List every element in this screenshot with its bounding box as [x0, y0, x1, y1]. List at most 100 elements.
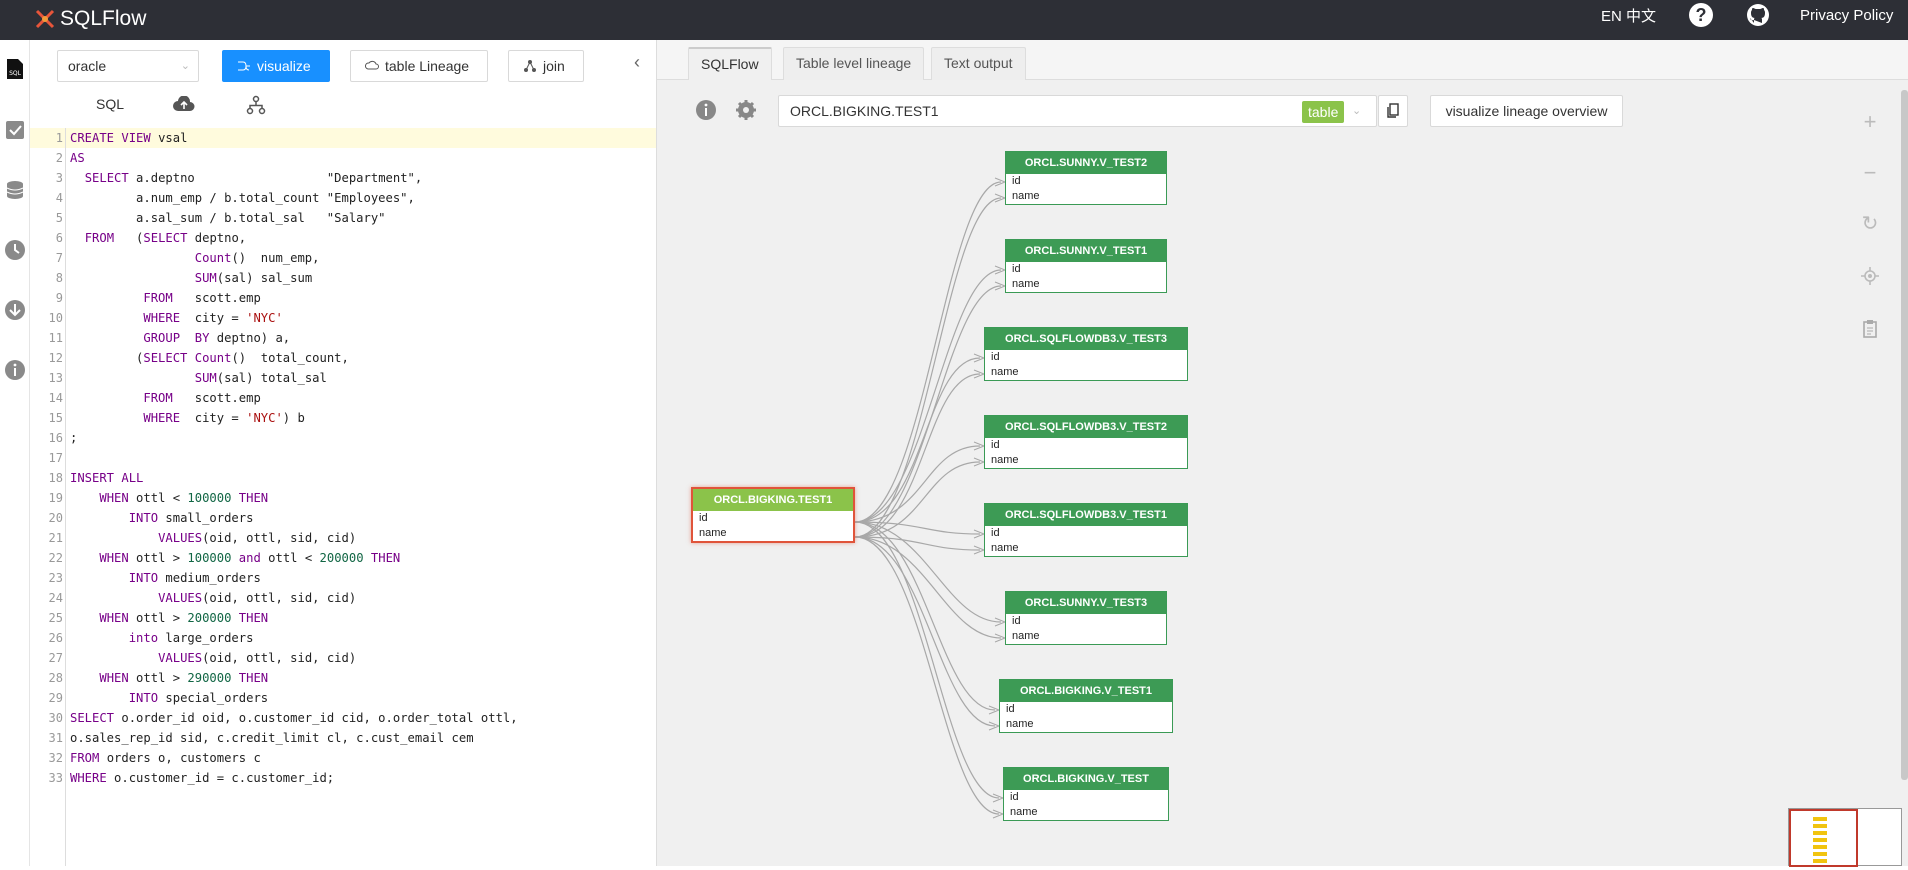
lineage-panel: SQLFlow Table level lineage Text output …: [657, 40, 1908, 867]
join-button[interactable]: join: [508, 50, 584, 82]
column-name[interactable]: name: [1006, 277, 1166, 292]
table-node-title: ORCL.SQLFLOWDB3.V_TEST3: [985, 328, 1187, 350]
code-line: a.sal_sum / b.total_sal "Salary": [70, 211, 386, 225]
line-number: 10: [48, 311, 63, 325]
line-number: 18: [48, 471, 63, 485]
line-number: 5: [55, 211, 63, 225]
lineage-edge: [854, 197, 1002, 538]
column-id[interactable]: id: [985, 350, 1187, 365]
sql-tab[interactable]: SQL: [96, 96, 124, 122]
target-table-node[interactable]: ORCL.BIGKING.V_TEST1 id name: [999, 679, 1173, 733]
column-id[interactable]: id: [985, 526, 1187, 541]
line-number: 16: [48, 431, 63, 445]
lineage-edge: [854, 536, 996, 727]
target-table-node[interactable]: ORCL.SUNNY.V_TEST2 id name: [1005, 151, 1167, 205]
lineage-edge: [854, 181, 1002, 523]
target-table-node[interactable]: ORCL.SUNNY.V_TEST1 id name: [1005, 239, 1167, 293]
line-number: 25: [48, 611, 63, 625]
app-name: SQLFlow: [60, 7, 147, 30]
sqlflow-logo-icon: [35, 9, 55, 29]
code-line: WHERE city = 'NYC') b: [143, 411, 305, 425]
logo[interactable]: SQLFlow: [34, 5, 146, 33]
code-line: INSERT ALL: [70, 471, 144, 485]
svg-text:SQL: SQL: [9, 70, 22, 77]
line-number: 31: [48, 731, 63, 745]
lineage-edge: [854, 536, 1000, 815]
column-name[interactable]: name: [985, 541, 1187, 556]
line-number: 7: [55, 251, 63, 265]
column-name[interactable]: name: [985, 365, 1187, 380]
database-icon[interactable]: [4, 179, 26, 201]
target-table-node[interactable]: ORCL.SQLFLOWDB3.V_TEST3 id name: [984, 327, 1188, 381]
line-number: 28: [48, 671, 63, 685]
target-table-node[interactable]: ORCL.BIGKING.V_TEST id name: [1003, 767, 1169, 821]
column-id[interactable]: id: [1006, 174, 1166, 189]
minimap-viewport[interactable]: [1789, 809, 1858, 867]
code-line: SELECT a.deptno "Department",: [84, 171, 423, 185]
table-node-title: ORCL.SQLFLOWDB3.V_TEST2: [985, 416, 1187, 438]
code-line: FROM scott.emp: [143, 391, 261, 405]
top-bar: SQLFlow EN 中文 ? Privacy Policy: [0, 0, 1908, 40]
vertical-scrollbar[interactable]: [1901, 90, 1908, 780]
column-id[interactable]: id: [1000, 702, 1172, 717]
table-node-title: ORCL.BIGKING.TEST1: [693, 489, 853, 511]
hierarchy-icon[interactable]: [246, 95, 266, 115]
table-lineage-label: table Lineage: [385, 58, 470, 74]
side-icon-bar: SQL: [0, 40, 30, 866]
column-id[interactable]: id: [1006, 262, 1166, 277]
privacy-policy-link[interactable]: Privacy Policy: [1800, 7, 1893, 24]
code-line: INTO medium_orders: [128, 571, 261, 585]
column-name[interactable]: name: [1000, 717, 1172, 732]
chevron-down-icon: ⌄: [180, 60, 190, 72]
line-number: 3: [55, 171, 63, 185]
line-number: 14: [48, 391, 63, 405]
code-line: (SELECT Count() total_count,: [70, 351, 349, 365]
line-number: 27: [48, 651, 63, 665]
column-id[interactable]: id: [1004, 790, 1168, 805]
column-name[interactable]: name: [985, 453, 1187, 468]
sql-file-icon[interactable]: SQL: [4, 58, 26, 80]
database-select[interactable]: oracle ⌄: [57, 50, 199, 82]
line-number: 24: [48, 591, 63, 605]
code-line: WHEN ottl > 100000 and ottl < 200000 THE…: [99, 551, 401, 565]
lineage-edge: [854, 461, 981, 538]
source-table-node[interactable]: ORCL.BIGKING.TEST1 id name: [691, 487, 855, 543]
collapse-panel-icon[interactable]: ‹: [634, 52, 640, 73]
target-table-node[interactable]: ORCL.SUNNY.V_TEST3 id name: [1005, 591, 1167, 645]
code-line: SUM(sal) total_sal: [194, 371, 327, 385]
minimap[interactable]: [1788, 808, 1902, 867]
code-line: WHERE city = 'NYC': [143, 311, 283, 325]
visualize-button[interactable]: visualize: [222, 50, 330, 82]
table-node-title: ORCL.SQLFLOWDB3.V_TEST1: [985, 504, 1187, 526]
language-switch[interactable]: EN 中文: [1601, 5, 1656, 26]
column-name[interactable]: name: [1006, 629, 1166, 644]
table-node-title: ORCL.BIGKING.V_TEST1: [1000, 680, 1172, 702]
history-icon[interactable]: [4, 239, 26, 261]
line-number: 8: [55, 271, 63, 285]
table-node-title: ORCL.SUNNY.V_TEST1: [1006, 240, 1166, 262]
line-number: 22: [48, 551, 63, 565]
target-table-node[interactable]: ORCL.SQLFLOWDB3.V_TEST2 id name: [984, 415, 1188, 469]
column-id[interactable]: id: [693, 511, 853, 526]
checklist-icon[interactable]: [4, 119, 26, 141]
code-line: SELECT o.order_id oid, o.customer_id cid…: [70, 711, 518, 725]
code-line: FROM (SELECT deptno,: [84, 231, 247, 245]
cloud-sync-icon: [365, 60, 379, 70]
help-icon[interactable]: ?: [1689, 3, 1713, 27]
code-line: VALUES(oid, ottl, sid, cid): [158, 531, 357, 545]
target-table-node[interactable]: ORCL.SQLFLOWDB3.V_TEST1 id name: [984, 503, 1188, 557]
download-icon[interactable]: [4, 299, 26, 321]
column-name[interactable]: name: [1004, 805, 1168, 820]
table-lineage-button[interactable]: table Lineage: [350, 50, 488, 82]
column-name[interactable]: name: [1006, 189, 1166, 204]
column-name[interactable]: name: [693, 526, 853, 541]
line-number: 12: [48, 351, 63, 365]
upload-icon[interactable]: [173, 96, 195, 114]
info-icon[interactable]: [4, 359, 26, 381]
column-id[interactable]: id: [985, 438, 1187, 453]
code-line: SUM(sal) sal_sum: [194, 271, 313, 285]
code-line: CREATE VIEW vsal: [70, 131, 188, 145]
github-icon[interactable]: [1746, 3, 1770, 27]
column-id[interactable]: id: [1006, 614, 1166, 629]
line-number: 26: [48, 631, 63, 645]
